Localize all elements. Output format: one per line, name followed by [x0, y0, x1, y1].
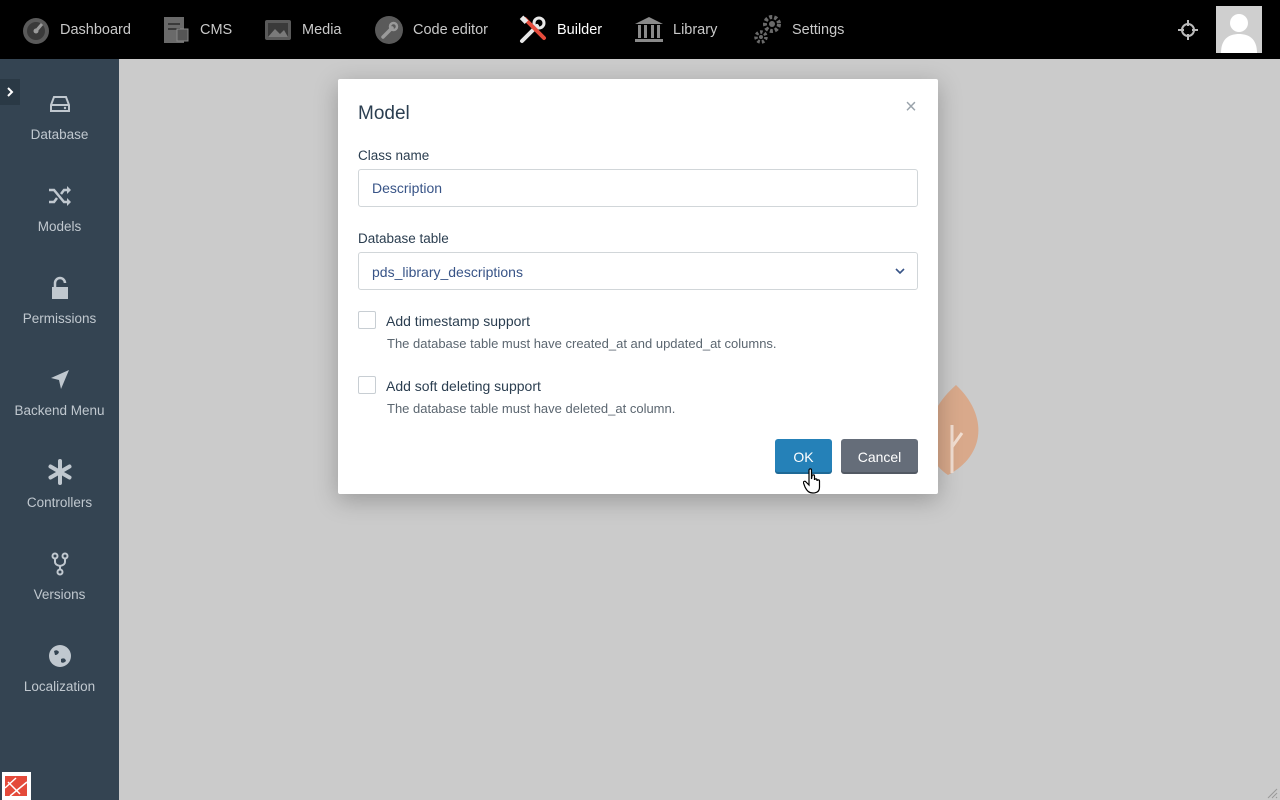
gears-icon — [752, 14, 784, 46]
soft-delete-help-text: The database table must have deleted_at … — [387, 401, 676, 416]
october-logo-icon — [2, 772, 31, 800]
globe-icon — [45, 641, 75, 671]
database-table-value: pds_library_descriptions — [372, 264, 523, 280]
avatar[interactable] — [1216, 6, 1262, 53]
sidebar-item-label: Controllers — [26, 495, 93, 510]
database-table-select[interactable]: pds_library_descriptions — [358, 252, 918, 290]
timestamp-help-text: The database table must have created_at … — [387, 336, 777, 351]
nav-library[interactable]: Library — [633, 12, 717, 48]
timestamp-checkbox[interactable] — [358, 311, 376, 329]
nav-settings-label: Settings — [792, 22, 845, 38]
nav-builder[interactable]: Builder — [517, 12, 602, 48]
location-arrow-icon — [45, 365, 75, 395]
sidebar-toggle[interactable] — [0, 79, 20, 105]
library-icon — [633, 14, 665, 46]
nav-library-label: Library — [673, 22, 718, 38]
sidebar-item-label: Localization — [23, 679, 96, 694]
nav-code-editor-label: Code editor — [413, 22, 488, 38]
cancel-button[interactable]: Cancel — [841, 439, 918, 474]
sidebar-item-versions[interactable]: Versions — [0, 549, 119, 629]
close-icon[interactable]: × — [903, 97, 919, 117]
nav-code-editor[interactable]: Code editor — [373, 12, 488, 48]
nav-dashboard-label: Dashboard — [60, 22, 131, 38]
wrench-icon — [373, 14, 405, 46]
model-dialog: Model × Class name Database table pds_li… — [338, 79, 938, 494]
sidebar-item-label: Backend Menu — [14, 403, 105, 418]
dashboard-icon — [20, 14, 52, 46]
nav-media-label: Media — [302, 22, 342, 38]
crosshairs-icon[interactable] — [1176, 18, 1200, 42]
resize-grip-icon[interactable] — [1264, 785, 1278, 799]
nav-dashboard[interactable]: Dashboard — [20, 12, 131, 48]
sidebar-item-label: Versions — [33, 587, 86, 602]
unlock-icon — [45, 273, 75, 303]
builder-icon — [517, 14, 549, 46]
hand-cursor-icon — [802, 468, 821, 494]
sidebar-item-label: Models — [37, 219, 82, 234]
dialog-title: Model — [358, 103, 410, 124]
sidebar-item-models[interactable]: Models — [0, 181, 119, 261]
database-table-label: Database table — [358, 231, 449, 246]
chevron-right-icon — [7, 87, 14, 97]
soft-delete-checkbox[interactable] — [358, 376, 376, 394]
nav-builder-label: Builder — [557, 22, 603, 38]
builder-sidebar: Database Models Permissions Backend Menu… — [0, 59, 119, 800]
sidebar-item-label: Database — [30, 127, 89, 142]
sidebar-item-backend-menu[interactable]: Backend Menu — [0, 365, 119, 445]
cms-icon — [160, 14, 192, 46]
sidebar-item-label: Permissions — [22, 311, 97, 326]
sidebar-item-localization[interactable]: Localization — [0, 641, 119, 721]
sidebar-item-permissions[interactable]: Permissions — [0, 273, 119, 353]
shuffle-icon — [45, 181, 75, 211]
class-name-input[interactable] — [358, 169, 918, 207]
sidebar-item-controllers[interactable]: Controllers — [0, 457, 119, 537]
asterisk-icon — [45, 457, 75, 487]
nav-settings[interactable]: Settings — [752, 12, 844, 48]
soft-delete-label[interactable]: Add soft deleting support — [386, 378, 541, 394]
chevron-down-icon — [893, 264, 907, 278]
top-navigation-bar: Dashboard CMS Media Code editor Builder … — [0, 0, 1280, 59]
nav-media[interactable]: Media — [262, 12, 342, 48]
nav-cms[interactable]: CMS — [160, 12, 232, 48]
timestamp-label[interactable]: Add timestamp support — [386, 313, 530, 329]
nav-cms-label: CMS — [200, 22, 233, 38]
database-icon — [45, 89, 75, 119]
media-icon — [262, 14, 294, 46]
code-fork-icon — [45, 549, 75, 579]
class-name-label: Class name — [358, 148, 430, 163]
